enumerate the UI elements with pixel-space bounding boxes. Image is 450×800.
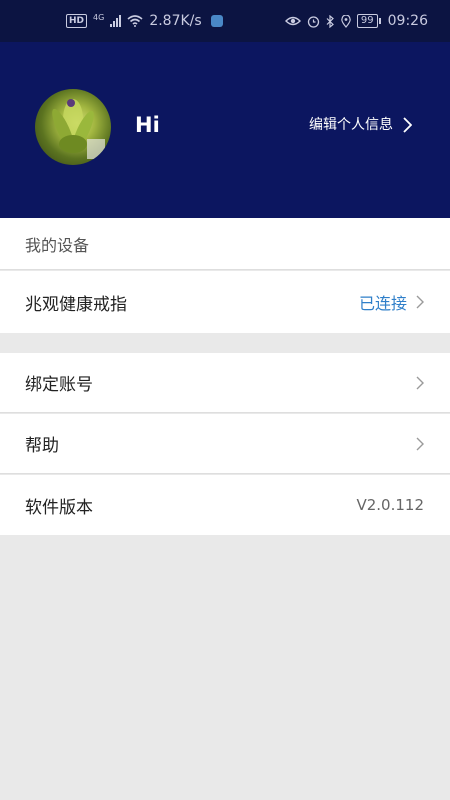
device-name: 兆观健康戒指 <box>25 294 127 315</box>
clock: 09:26 <box>387 13 428 29</box>
version-label: 软件版本 <box>25 497 93 518</box>
bluetooth-icon <box>326 14 334 28</box>
device-status-group: 已连接 <box>359 290 424 314</box>
edit-profile-link[interactable]: 编辑个人信息 <box>309 114 412 136</box>
chevron-right-icon <box>403 117 412 133</box>
device-status-badge: 已连接 <box>358 294 407 313</box>
wifi-icon <box>127 15 143 27</box>
avatar[interactable] <box>35 89 111 165</box>
location-icon <box>341 14 351 28</box>
edit-profile-label: 编辑个人信息 <box>309 117 393 133</box>
network-type: 4G <box>93 13 105 22</box>
chevron-right-icon <box>416 437 424 450</box>
device-row[interactable]: 兆观健康戒指 已连接 <box>0 271 450 333</box>
my-devices-section-title: 我的设备 <box>0 218 450 270</box>
network-speed: 2.87K/s <box>149 13 202 29</box>
help-row[interactable]: 帮助 <box>0 414 450 474</box>
status-bar-right: 99 09:26 <box>284 13 428 29</box>
app-notification-icon <box>210 15 223 27</box>
profile-header: Hi 编辑个人信息 <box>0 42 450 218</box>
chevron-right-icon <box>416 376 424 389</box>
chevron-right-icon <box>416 295 424 309</box>
battery-indicator: 99 <box>356 14 381 28</box>
status-bar: HD 4G 2.87K/s 99 09:26 <box>0 0 450 42</box>
avatar-image <box>52 99 105 159</box>
signal-icon <box>110 15 122 27</box>
eye-icon <box>284 16 301 26</box>
hd-badge: HD <box>66 14 88 28</box>
section-title-label: 我的设备 <box>25 235 90 255</box>
bind-account-row[interactable]: 绑定账号 <box>0 353 450 413</box>
bind-account-label: 绑定账号 <box>25 375 93 395</box>
status-bar-left: HD 4G 2.87K/s <box>66 13 223 29</box>
version-value: V2.0.112 <box>356 496 424 514</box>
version-row: 软件版本 V2.0.112 <box>0 475 450 535</box>
greeting-text: Hi <box>135 113 160 137</box>
help-label: 帮助 <box>25 436 59 456</box>
alarm-icon <box>307 15 320 28</box>
